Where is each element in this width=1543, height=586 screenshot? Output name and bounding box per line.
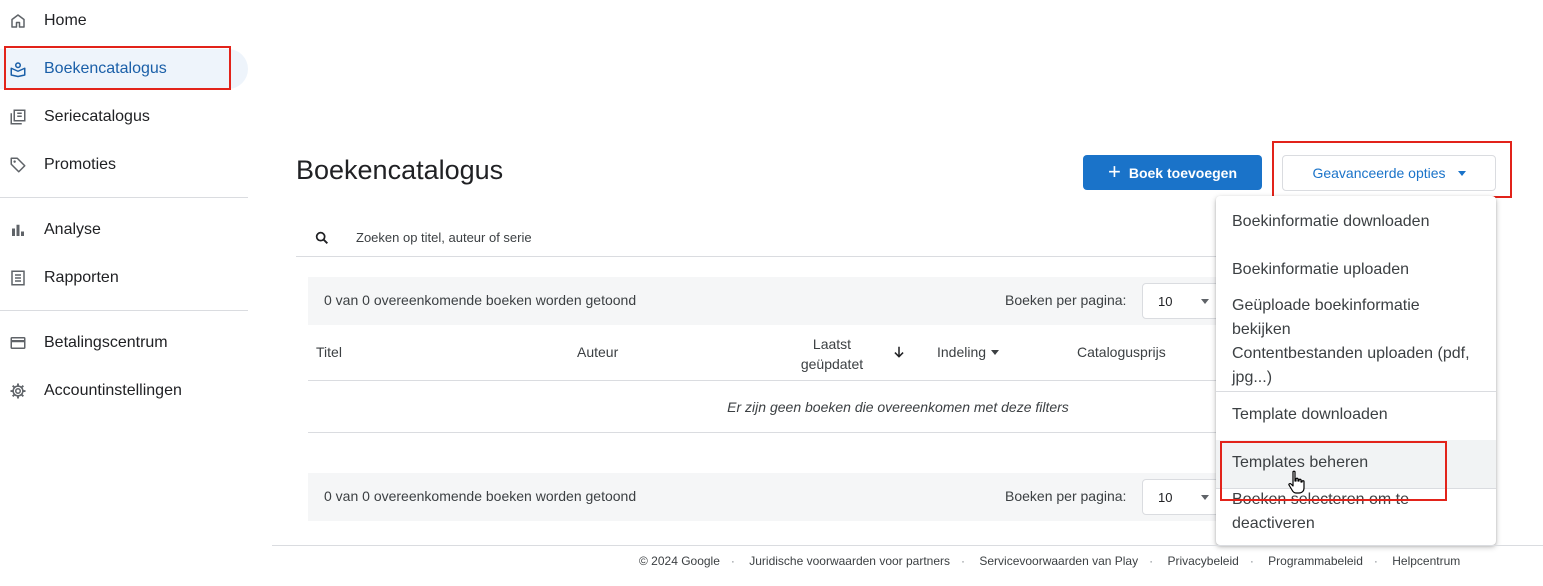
bar-chart-icon	[12, 224, 24, 236]
sidebar-divider	[0, 197, 248, 198]
sidebar-item-label: Analyse	[44, 221, 101, 238]
menu-item-upload-content-files[interactable]: Contentbestanden uploaden (pdf, jpg...)	[1232, 342, 1482, 390]
hand-cursor-icon	[1288, 470, 1305, 494]
tag-icon	[10, 157, 26, 173]
add-book-button[interactable]: + Boek toevoegen	[1083, 155, 1262, 190]
footer-divider	[272, 545, 1543, 546]
add-book-label: Boek toevoegen	[1128, 164, 1237, 181]
home-icon	[11, 14, 25, 28]
sidebar-item-betalingscentrum[interactable]: Betalingscentrum	[0, 323, 248, 363]
sidebar-item-label: Boekencatalogus	[44, 60, 167, 77]
sidebar-item-seriecatalogus[interactable]: Seriecatalogus	[0, 97, 248, 137]
chevron-down-icon	[1457, 170, 1466, 176]
table-divider	[308, 380, 1236, 381]
sidebar-item-analyse[interactable]: Analyse	[0, 210, 248, 250]
sidebar-item-home[interactable]: Home	[0, 1, 248, 41]
gear-icon	[10, 383, 26, 399]
results-count: 0 van 0 overeenkomende boeken worden get…	[324, 292, 637, 308]
footer: © 2024 Google · Juridische voorwaarden vo…	[639, 554, 1461, 568]
series-icon	[10, 109, 26, 125]
page-title: Boekencatalogus	[296, 155, 504, 185]
column-header-title[interactable]: Titel	[316, 344, 342, 360]
menu-item-view-uploaded-book-info[interactable]: Geüploade boekinformatie bekijken	[1232, 294, 1482, 342]
menu-item-download-template[interactable]: Template downloaden	[1232, 403, 1490, 427]
sidebar-item-promoties[interactable]: Promoties	[0, 145, 248, 185]
advanced-options-menu: Boekinformatie downloaden Boekinformatie…	[1216, 196, 1496, 545]
per-page-label: Boeken per pagina:	[1005, 488, 1127, 504]
footer-link-partner-terms[interactable]: Juridische voorwaarden voor partners	[749, 554, 950, 568]
sidebar-item-label: Accountinstellingen	[44, 382, 182, 399]
column-header-updated-line2: geüpdatet	[800, 356, 864, 372]
footer-copyright: © 2024 Google	[639, 554, 720, 568]
chevron-down-icon	[1201, 495, 1209, 500]
sidebar-item-label: Rapporten	[44, 269, 119, 286]
menu-item-upload-book-info[interactable]: Boekinformatie uploaden	[1232, 258, 1490, 282]
per-page-value: 10	[1158, 294, 1173, 309]
menu-item-manage-templates[interactable]: Templates beheren	[1232, 451, 1490, 475]
sidebar-item-boekencatalogus[interactable]: Boekencatalogus	[0, 49, 248, 89]
sidebar-item-accountinstellingen[interactable]: Accountinstellingen	[0, 371, 248, 411]
plus-icon: +	[1108, 158, 1121, 184]
column-header-price[interactable]: Catalogusprijs	[1077, 344, 1166, 360]
menu-item-download-book-info[interactable]: Boekinformatie downloaden	[1232, 210, 1490, 234]
sidebar-item-label: Seriecatalogus	[44, 108, 150, 125]
search-bar	[296, 220, 1236, 257]
chevron-down-icon	[991, 349, 1000, 355]
sidebar-item-label: Promoties	[44, 156, 117, 173]
per-page-value: 10	[1158, 490, 1173, 505]
search-icon	[315, 231, 328, 244]
results-bar-bottom: 0 van 0 overeenkomende boeken worden get…	[308, 473, 1236, 521]
sidebar-item-rapporten[interactable]: Rapporten	[0, 258, 248, 298]
advanced-options-label: Geavanceerde opties	[1312, 165, 1446, 181]
menu-item-select-books-deactivate[interactable]: Boeken selecteren om te deactiveren	[1232, 488, 1472, 536]
sidebar-item-label: Betalingscentrum	[44, 334, 168, 351]
results-count: 0 van 0 overeenkomende boeken worden get…	[324, 488, 637, 504]
column-header-updated[interactable]: Laatst geüpdatet	[790, 334, 874, 374]
per-page-label: Boeken per pagina:	[1005, 292, 1127, 308]
advanced-options-button[interactable]: Geavanceerde opties	[1282, 155, 1496, 191]
sidebar-item-label: Home	[44, 12, 87, 29]
footer-link-play-terms[interactable]: Servicevoorwaarden van Play	[979, 554, 1138, 568]
search-input[interactable]	[354, 229, 758, 246]
report-icon	[11, 270, 25, 286]
column-header-format-label: Indeling	[937, 344, 987, 360]
sort-arrow-down-icon[interactable]	[892, 345, 906, 359]
footer-link-program-policy[interactable]: Programmabeleid	[1268, 554, 1363, 568]
column-header-updated-line1: Laatst	[812, 336, 852, 352]
results-bar-top: 0 van 0 overeenkomende boeken worden get…	[308, 277, 1236, 325]
table-divider	[308, 432, 1236, 433]
footer-link-privacy[interactable]: Privacybeleid	[1167, 554, 1238, 568]
menu-divider	[1216, 391, 1496, 392]
column-header-format[interactable]: Indeling	[937, 344, 1000, 360]
chevron-down-icon	[1201, 299, 1209, 304]
book-catalog-icon	[10, 62, 26, 78]
column-header-author[interactable]: Auteur	[577, 344, 618, 360]
credit-card-icon	[10, 337, 26, 349]
sidebar-divider	[0, 310, 248, 311]
footer-link-help-center[interactable]: Helpcentrum	[1392, 554, 1460, 568]
